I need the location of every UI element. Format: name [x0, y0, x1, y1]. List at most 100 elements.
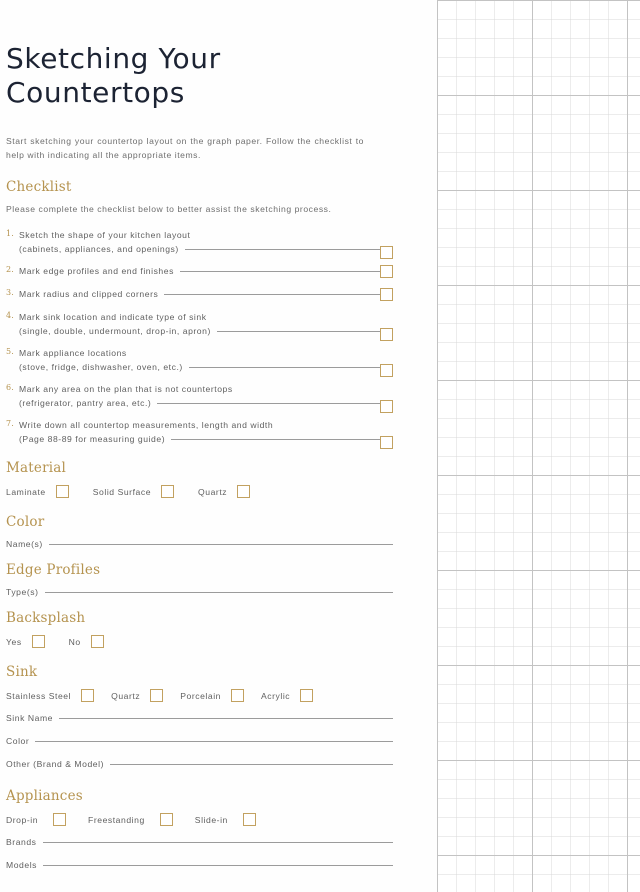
backsplash-checkbox-no[interactable] [90, 635, 104, 648]
checklist-item: 2. Mark edge profiles and end finishes [6, 264, 393, 279]
checklist-item-line2: (Page 88-89 for measuring guide) [19, 434, 166, 444]
sink-checkbox-acrylic[interactable] [300, 689, 314, 702]
checklist-item-line2-row: (cabinets, appliances, and openings) [19, 242, 389, 256]
write-in-rule[interactable] [184, 249, 389, 250]
sink-name-input-rule[interactable] [58, 718, 393, 719]
edge-type-field-row: Type(s) [6, 587, 393, 597]
graph-paper-area[interactable] [437, 0, 640, 892]
checklist-item-line2-row: (refrigerator, pantry area, etc.) [19, 396, 389, 410]
sink-checkbox-porcelain[interactable] [230, 689, 244, 702]
form-pane: Sketching Your Countertops Start sketchi… [0, 0, 437, 892]
material-checkbox-quartz[interactable] [237, 485, 251, 498]
checklist-item: 3. Mark radius and clipped corners [6, 287, 393, 302]
material-option-label: Laminate [6, 486, 46, 497]
checklist-item-line1: Mark any area on the plan that is not co… [19, 384, 233, 394]
appliances-checkbox-slide-in[interactable] [242, 813, 256, 826]
checklist-checkbox[interactable] [380, 328, 393, 341]
sink-other-field-row: Other (Brand & Model) [6, 759, 393, 769]
checklist-item: 5. Mark appliance locations (stove, frid… [6, 346, 393, 377]
sink-options-row: Stainless Steel Quartz Porcelain Acrylic [6, 689, 393, 702]
checklist-item-line1: Mark sink location and indicate type of … [19, 312, 207, 322]
checklist-item-line2-row: (Page 88-89 for measuring guide) [19, 432, 389, 446]
material-options-row: Laminate Solid Surface Quartz [6, 485, 393, 498]
appliances-brands-input-rule[interactable] [42, 842, 393, 843]
section-heading-backsplash: Backsplash [6, 610, 86, 626]
sink-checkbox-stainless-steel[interactable] [81, 689, 95, 702]
sink-option-label: Acrylic [260, 690, 291, 701]
checklist-item-line2: Mark edge profiles and end finishes [19, 266, 174, 276]
checklist-checkbox[interactable] [380, 364, 393, 377]
section-sink: Sink Stainless Steel Quartz Porcelain Ac… [6, 664, 393, 769]
sink-other-label: Other (Brand & Model) [6, 759, 104, 769]
write-in-rule[interactable] [188, 367, 389, 368]
section-appliances: Appliances Drop-in Freestanding Slide-in… [6, 788, 393, 870]
checklist-item-body: Mark sink location and indicate type of … [19, 310, 393, 338]
appliances-checkbox-freestanding[interactable] [159, 813, 173, 826]
backsplash-option-label: Yes [6, 636, 22, 647]
write-in-rule[interactable] [179, 271, 389, 272]
material-checkbox-solid-surface[interactable] [161, 485, 175, 498]
backsplash-checkbox-yes[interactable] [31, 635, 45, 648]
checklist-item: 4. Mark sink location and indicate type … [6, 310, 393, 341]
sink-option-label: Quartz [111, 690, 141, 701]
sink-other-input-rule[interactable] [110, 764, 393, 765]
checklist-item-number: 5. [6, 347, 15, 356]
checklist-item-body: Mark radius and clipped corners [19, 287, 393, 301]
appliances-option-label: Drop-in [6, 814, 39, 825]
sink-color-input-rule[interactable] [35, 741, 393, 742]
checklist-item-number: 3. [6, 288, 15, 297]
sink-name-label: Sink Name [6, 713, 53, 723]
checklist-checkbox[interactable] [380, 400, 393, 413]
backsplash-options-row: Yes No [6, 635, 393, 648]
checklist-item-number: 6. [6, 383, 15, 392]
material-checkbox-laminate[interactable] [55, 485, 69, 498]
sink-checkbox-quartz[interactable] [150, 689, 164, 702]
checklist-item: 7. Write down all countertop measurement… [6, 418, 393, 449]
checklist-item-line2: Mark radius and clipped corners [19, 289, 159, 299]
appliances-brands-field-row: Brands [6, 837, 393, 847]
checklist-item-line2: (single, double, undermount, drop-in, ap… [19, 326, 211, 336]
appliances-option-label: Freestanding [88, 814, 145, 825]
write-in-rule[interactable] [157, 403, 389, 404]
sink-name-field-row: Sink Name [6, 713, 393, 723]
checklist-checkbox[interactable] [380, 246, 393, 259]
edge-type-input-rule[interactable] [44, 592, 393, 593]
checklist-item-number: 4. [6, 311, 15, 320]
color-name-field-row: Name(s) [6, 539, 393, 549]
sink-option-label: Porcelain [180, 690, 221, 701]
checklist-item-number: 2. [6, 265, 15, 274]
write-in-rule[interactable] [164, 294, 389, 295]
write-in-rule[interactable] [216, 331, 389, 332]
checklist-item-body: Mark appliance locations (stove, fridge,… [19, 346, 393, 374]
section-heading-edge-profiles: Edge Profiles [6, 562, 101, 578]
material-option-label: Quartz [198, 486, 228, 497]
checklist-item-line2-row: Mark edge profiles and end finishes [19, 264, 389, 278]
appliances-models-label: Models [6, 860, 38, 870]
checklist-item-body: Mark any area on the plan that is not co… [19, 382, 393, 410]
checklist-item-line1: Write down all countertop measurements, … [19, 420, 274, 430]
checklist-item-line2-row: (stove, fridge, dishwasher, oven, etc.) [19, 360, 389, 374]
section-heading-checklist: Checklist [6, 179, 72, 195]
checklist-item-body: Mark edge profiles and end finishes [19, 264, 393, 278]
appliances-brands-label: Brands [6, 837, 37, 847]
checklist-item-line2-row: Mark radius and clipped corners [19, 287, 389, 301]
checklist-checkbox[interactable] [380, 265, 393, 278]
checklist-item-body: Write down all countertop measurements, … [19, 418, 393, 446]
color-name-input-rule[interactable] [48, 544, 393, 545]
sink-option-label: Stainless Steel [6, 690, 72, 701]
write-in-rule[interactable] [171, 439, 389, 440]
section-heading-appliances: Appliances [6, 788, 83, 804]
appliances-models-input-rule[interactable] [43, 865, 393, 866]
appliances-options-row: Drop-in Freestanding Slide-in [6, 813, 393, 826]
material-option-label: Solid Surface [92, 486, 152, 497]
intro-paragraph: Start sketching your countertop layout o… [6, 136, 364, 160]
checklist-checkbox[interactable] [380, 436, 393, 449]
checklist-item: 6. Mark any area on the plan that is not… [6, 382, 393, 413]
appliances-checkbox-drop-in[interactable] [53, 813, 67, 826]
edge-type-label: Type(s) [6, 587, 39, 597]
section-edge-profiles: Edge Profiles Type(s) [6, 562, 393, 597]
appliances-option-label: Slide-in [194, 814, 228, 825]
section-heading-material: Material [6, 460, 67, 476]
checklist-checkbox[interactable] [380, 288, 393, 301]
section-heading-color: Color [6, 514, 45, 530]
